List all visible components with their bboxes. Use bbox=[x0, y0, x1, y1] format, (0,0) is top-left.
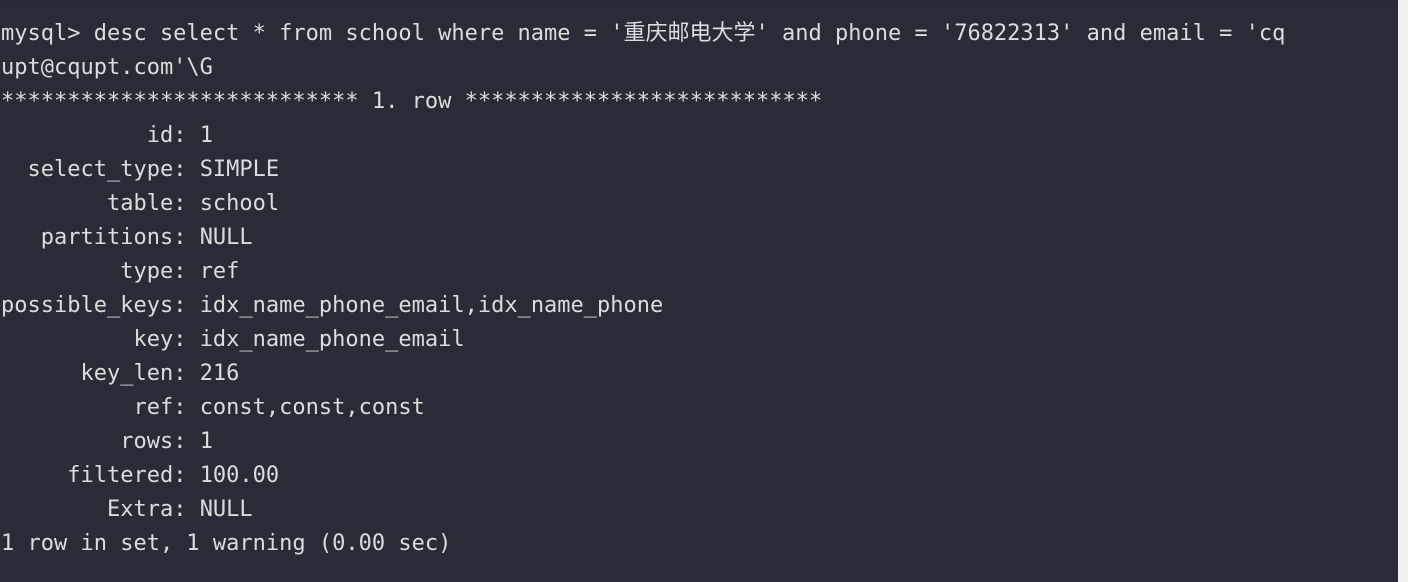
field-value-partitions: NULL bbox=[199, 225, 253, 250]
field-label-key_len: key_len bbox=[1, 361, 174, 386]
command-line-wrapped-part-1: mysql> desc select * from school where n… bbox=[1, 21, 1286, 46]
explain-field-partitions: partitions: NULL bbox=[1, 221, 1398, 255]
row-separator: *************************** 1. row *****… bbox=[1, 89, 823, 114]
explain-field-ref: ref: const,const,const bbox=[1, 391, 1398, 425]
explain-field-key: key: idx_name_phone_email bbox=[1, 323, 1398, 357]
field-value-key_len: 216 bbox=[199, 361, 240, 386]
field-colon-ref: : bbox=[173, 395, 200, 420]
field-value-rows: 1 bbox=[199, 429, 213, 454]
result-footer: 1 row in set, 1 warning (0.00 sec) bbox=[1, 531, 452, 556]
field-value-possible_keys: idx_name_phone_email,idx_name_phone bbox=[199, 293, 664, 318]
field-colon-type: : bbox=[173, 259, 200, 284]
field-label-select_type: select_type bbox=[1, 157, 174, 182]
field-colon-key: : bbox=[173, 327, 200, 352]
field-label-partitions: partitions bbox=[1, 225, 174, 250]
explain-field-table: table: school bbox=[1, 187, 1398, 221]
field-value-table: school bbox=[199, 191, 280, 216]
explain-field-possible_keys: possible_keys: idx_name_phone_email,idx_… bbox=[1, 289, 1398, 323]
vertical-scrollbar[interactable] bbox=[1398, 0, 1408, 582]
field-value-extra: NULL bbox=[199, 497, 253, 522]
field-value-type: ref bbox=[199, 259, 240, 284]
field-label-key: key bbox=[1, 327, 174, 352]
field-label-possible_keys: possible_keys bbox=[1, 293, 174, 318]
field-colon-filtered: : bbox=[173, 463, 200, 488]
field-value-key: idx_name_phone_email bbox=[199, 327, 465, 352]
explain-field-rows: rows: 1 bbox=[1, 425, 1398, 459]
explain-field-key_len: key_len: 216 bbox=[1, 357, 1398, 391]
field-label-filtered: filtered bbox=[1, 463, 174, 488]
field-label-type: type bbox=[1, 259, 174, 284]
field-colon-possible_keys: : bbox=[173, 293, 200, 318]
field-label-rows: rows bbox=[1, 429, 174, 454]
terminal-window: mysql> desc select * from school where n… bbox=[0, 0, 1408, 582]
field-colon-rows: : bbox=[173, 429, 200, 454]
field-colon-table: : bbox=[173, 191, 200, 216]
field-label-extra: Extra bbox=[1, 497, 174, 522]
field-value-filtered: 100.00 bbox=[199, 463, 280, 488]
explain-field-id: id: 1 bbox=[1, 119, 1398, 153]
field-value-id: 1 bbox=[199, 123, 213, 148]
field-colon-partitions: : bbox=[173, 225, 200, 250]
field-value-select_type: SIMPLE bbox=[199, 157, 280, 182]
explain-field-select_type: select_type: SIMPLE bbox=[1, 153, 1398, 187]
field-label-id: id bbox=[1, 123, 174, 148]
explain-field-extra: Extra: NULL bbox=[1, 493, 1398, 527]
field-value-ref: const,const,const bbox=[199, 395, 425, 420]
command-line-wrapped-part-2: upt@cqupt.com'\G bbox=[1, 55, 213, 80]
terminal-output-area[interactable]: mysql> desc select * from school where n… bbox=[0, 5, 1398, 570]
field-colon-extra: : bbox=[173, 497, 200, 522]
field-label-ref: ref bbox=[1, 395, 174, 420]
explain-field-filtered: filtered: 100.00 bbox=[1, 459, 1398, 493]
terminal-bottom-edge bbox=[0, 570, 1408, 582]
explain-field-type: type: ref bbox=[1, 255, 1398, 289]
field-colon-id: : bbox=[173, 123, 200, 148]
field-colon-select_type: : bbox=[173, 157, 200, 182]
field-colon-key_len: : bbox=[173, 361, 200, 386]
field-label-table: table bbox=[1, 191, 174, 216]
